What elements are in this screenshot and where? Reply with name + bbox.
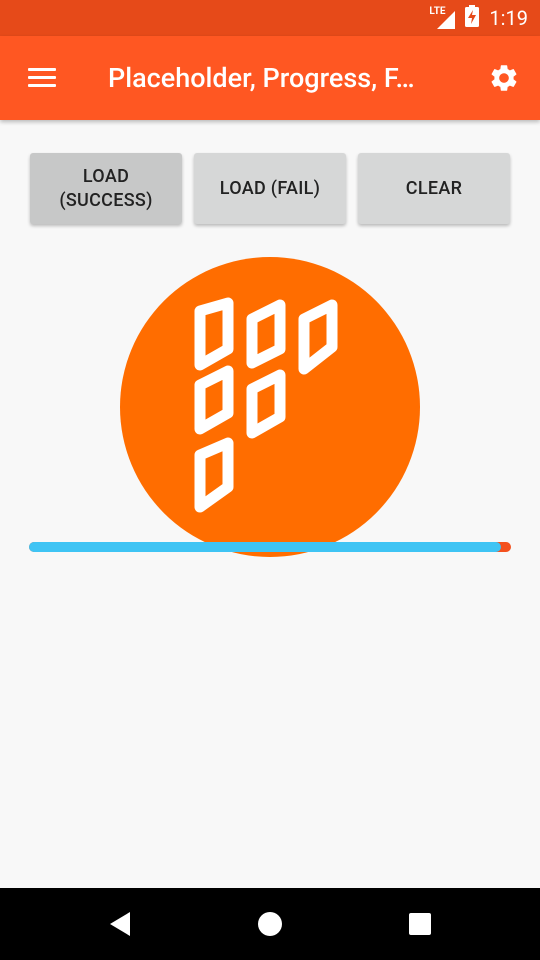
hamburger-menu-icon[interactable] <box>26 62 58 94</box>
load-fail-label: LOAD (FAIL) <box>219 177 321 199</box>
loaded-image <box>120 257 420 557</box>
recents-square-icon[interactable] <box>380 888 460 960</box>
back-triangle-icon[interactable] <box>80 888 160 960</box>
fresco-logo-icon <box>120 257 420 557</box>
home-circle-icon[interactable] <box>230 888 310 960</box>
progress-fill <box>29 542 502 552</box>
load-success-button[interactable]: LOAD (SUCCESS) <box>30 153 182 224</box>
battery-charging-icon <box>465 5 480 31</box>
progress-bar <box>29 542 511 552</box>
lte-signal-icon: LTE <box>429 7 456 29</box>
clear-label: CLEAR <box>405 177 463 199</box>
navigation-bar <box>0 888 540 960</box>
toolbar-title: Placeholder, Progress, F… <box>108 62 415 94</box>
gear-icon[interactable] <box>488 62 520 94</box>
load-success-label: LOAD (SUCCESS) <box>59 165 153 211</box>
status-time: 1:19 <box>489 6 528 30</box>
app-toolbar: Placeholder, Progress, F… <box>0 36 540 120</box>
load-fail-button[interactable]: LOAD (FAIL) <box>194 153 346 224</box>
status-icons: LTE 1:19 <box>429 0 528 36</box>
clear-button[interactable]: CLEAR <box>358 153 510 224</box>
status-bar: LTE 1:19 <box>0 0 540 36</box>
